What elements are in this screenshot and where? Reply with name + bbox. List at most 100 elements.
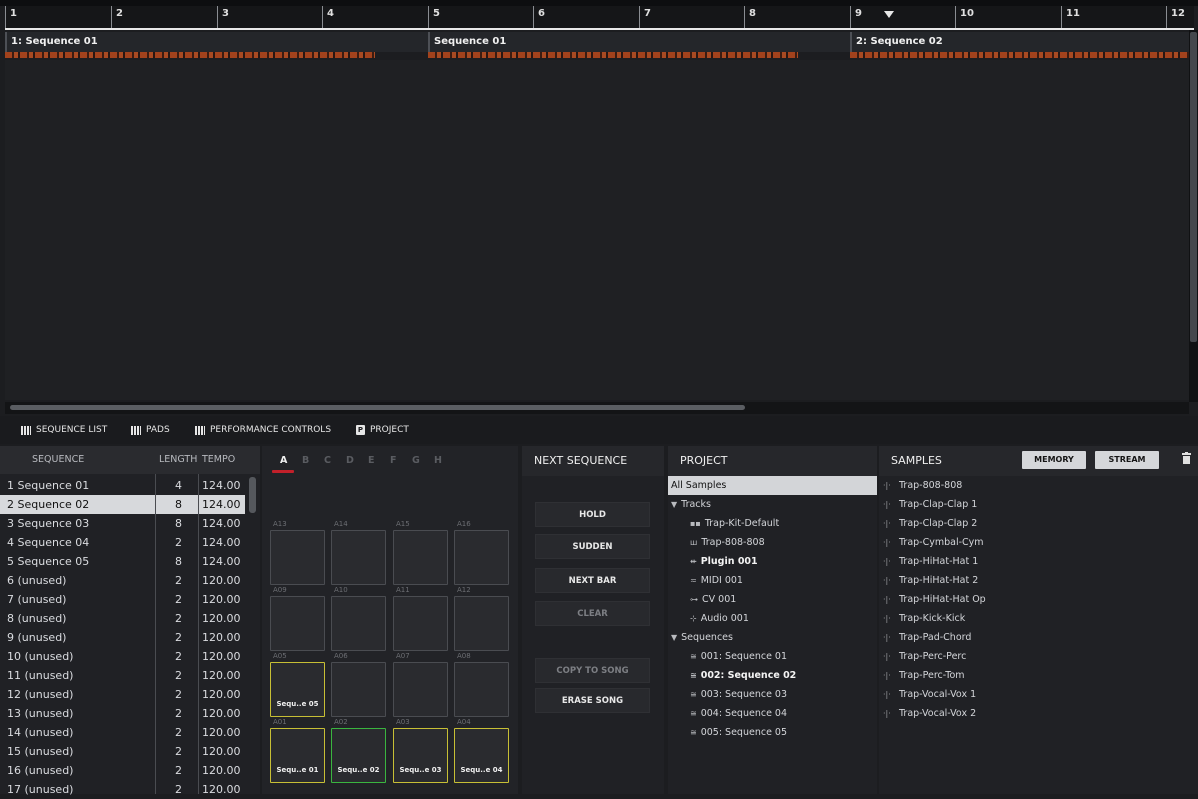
pad[interactable] [393,596,448,651]
project-tree-item[interactable]: ≅ 001: Sequence 01 [668,647,877,666]
pad[interactable]: Sequ..e 03 [393,728,448,783]
pad[interactable]: Sequ..e 02 [331,728,386,783]
project-tree-item[interactable]: ⊹ Audio 001 [668,609,877,628]
erase-song-button[interactable]: ERASE SONG [535,688,650,713]
sample-name: Trap-HiHat-Hat 1 [899,556,979,567]
project-tree-item[interactable]: ▪▪ Trap-Kit-Default [668,514,877,533]
project-tree-item[interactable]: ≅ 003: Sequence 03 [668,685,877,704]
tab-sequence-list[interactable]: SEQUENCE LIST [21,416,107,444]
pad[interactable] [331,530,386,585]
bank-tab-f[interactable]: F [390,455,397,466]
song-sequence-block[interactable]: 1: Sequence 01 [5,32,431,52]
column-header-length[interactable]: LENGTH [159,446,197,474]
pad[interactable] [454,530,509,585]
project-tree-item[interactable]: ▼ Tracks [668,495,877,514]
bank-tab-d[interactable]: D [346,455,354,466]
clear-button[interactable]: CLEAR [535,601,650,626]
sample-item[interactable]: ·|· Trap-Clap-Clap 1 [879,495,1198,514]
pad[interactable]: Sequ..e 01 [270,728,325,783]
bank-tab-e[interactable]: E [368,455,375,466]
pad[interactable] [454,596,509,651]
project-tree-item[interactable]: ▼ Sequences [668,628,877,647]
project-tree-item[interactable]: ⊶ CV 001 [668,590,877,609]
sequence-name: 1 Sequence 01 [7,479,90,492]
bank-tab-c[interactable]: C [324,455,331,466]
song-sequence-block[interactable]: 2: Sequence 02 [850,32,1198,52]
bank-tab-g[interactable]: G [412,455,420,466]
bank-tab-h[interactable]: H [434,455,442,466]
pad[interactable] [393,662,448,717]
table-row[interactable]: 2 Sequence 02 8 124.00 [0,495,245,514]
sequence-length: 2 [175,745,182,758]
column-header-sequence[interactable]: SEQUENCE [32,446,84,474]
table-row[interactable]: 5 Sequence 05 8 124.00 [0,552,245,571]
table-row[interactable]: 3 Sequence 03 8 124.00 [0,514,245,533]
pad[interactable] [331,596,386,651]
memory-button[interactable]: MEMORY [1022,451,1086,469]
project-tree-item[interactable]: ≂ MIDI 001 [668,571,877,590]
column-header-tempo[interactable]: TEMPO [202,446,235,474]
pad[interactable] [454,662,509,717]
sample-item[interactable]: ·|· Trap-HiHat-Hat 2 [879,571,1198,590]
playhead-marker-icon[interactable] [884,11,894,18]
tab-project[interactable]: P PROJECT [356,416,409,444]
table-row[interactable]: 6 (unused) 2 120.00 [0,571,245,590]
table-row[interactable]: 12 (unused) 2 120.00 [0,685,245,704]
hold-button[interactable]: HOLD [535,502,650,527]
table-row[interactable]: 7 (unused) 2 120.00 [0,590,245,609]
table-row[interactable]: 16 (unused) 2 120.00 [0,761,245,780]
table-row[interactable]: 9 (unused) 2 120.00 [0,628,245,647]
bank-tab-b[interactable]: B [302,455,309,466]
table-row[interactable]: 10 (unused) 2 120.00 [0,647,245,666]
pad[interactable] [393,530,448,585]
project-tree-item[interactable]: ≅ 002: Sequence 02 [668,666,877,685]
sample-item[interactable]: ·|· Trap-Perc-Perc [879,647,1198,666]
sample-item[interactable]: ·|· Trap-Perc-Tom [879,666,1198,685]
song-sequence-block[interactable]: Sequence 01 [428,32,854,52]
scrollbar-thumb[interactable] [1190,32,1197,342]
next-bar-button[interactable]: NEXT BAR [535,568,650,593]
table-row[interactable]: 8 (unused) 2 120.00 [0,609,245,628]
sudden-button[interactable]: SUDDEN [535,534,650,559]
project-tree-item[interactable]: All Samples [668,476,877,495]
stream-button[interactable]: STREAM [1095,451,1159,469]
sample-item[interactable]: ·|· Trap-HiHat-Hat Op [879,590,1198,609]
bar-ruler[interactable]: 1 2 3 4 5 6 7 8 9 10 11 12 [5,6,1194,30]
pad[interactable] [331,662,386,717]
table-row[interactable]: 17 (unused) 2 120.00 [0,780,245,799]
project-tree-item[interactable]: ≅ 004: Sequence 04 [668,704,877,723]
project-tree-item[interactable]: ≅ 005: Sequence 05 [668,723,877,742]
pad[interactable] [270,530,325,585]
tab-pads[interactable]: PADS [131,416,170,444]
column-divider [155,474,156,794]
project-tree-item[interactable]: ⇷ Plugin 001 [668,552,877,571]
table-row[interactable]: 4 Sequence 04 2 124.00 [0,533,245,552]
copy-to-song-button[interactable]: COPY TO SONG [535,658,650,683]
sample-item[interactable]: ·|· Trap-Clap-Clap 2 [879,514,1198,533]
sample-item[interactable]: ·|· Trap-HiHat-Hat 1 [879,552,1198,571]
sample-item[interactable]: ·|· Trap-808-808 [879,476,1198,495]
timeline-area[interactable] [5,60,1189,400]
sample-item[interactable]: ·|· Trap-Pad-Chord [879,628,1198,647]
scrollbar-thumb[interactable] [10,405,745,410]
project-tree-item[interactable]: ш Trap-808-808 [668,533,877,552]
pad[interactable]: Sequ..e 04 [454,728,509,783]
sample-item[interactable]: ·|· Trap-Vocal-Vox 2 [879,704,1198,723]
table-row[interactable]: 14 (unused) 2 120.00 [0,723,245,742]
sequence-length: 2 [175,783,182,796]
pad-number-label: A04 [457,718,471,726]
pad[interactable]: Sequ..e 05 [270,662,325,717]
sequence-list-scrollbar[interactable] [249,477,256,513]
trash-icon[interactable] [1182,452,1191,464]
pad[interactable] [270,596,325,651]
table-row[interactable]: 1 Sequence 01 4 124.00 [0,476,245,495]
sample-item[interactable]: ·|· Trap-Vocal-Vox 1 [879,685,1198,704]
table-row[interactable]: 15 (unused) 2 120.00 [0,742,245,761]
sample-item[interactable]: ·|· Trap-Kick-Kick [879,609,1198,628]
sample-item[interactable]: ·|· Trap-Cymbal-Cym [879,533,1198,552]
table-row[interactable]: 13 (unused) 2 120.00 [0,704,245,723]
sequence-name: 5 Sequence 05 [7,555,90,568]
bank-tab-a[interactable]: A [280,455,287,466]
table-row[interactable]: 11 (unused) 2 120.00 [0,666,245,685]
tab-performance-controls[interactable]: PERFORMANCE CONTROLS [195,416,331,444]
